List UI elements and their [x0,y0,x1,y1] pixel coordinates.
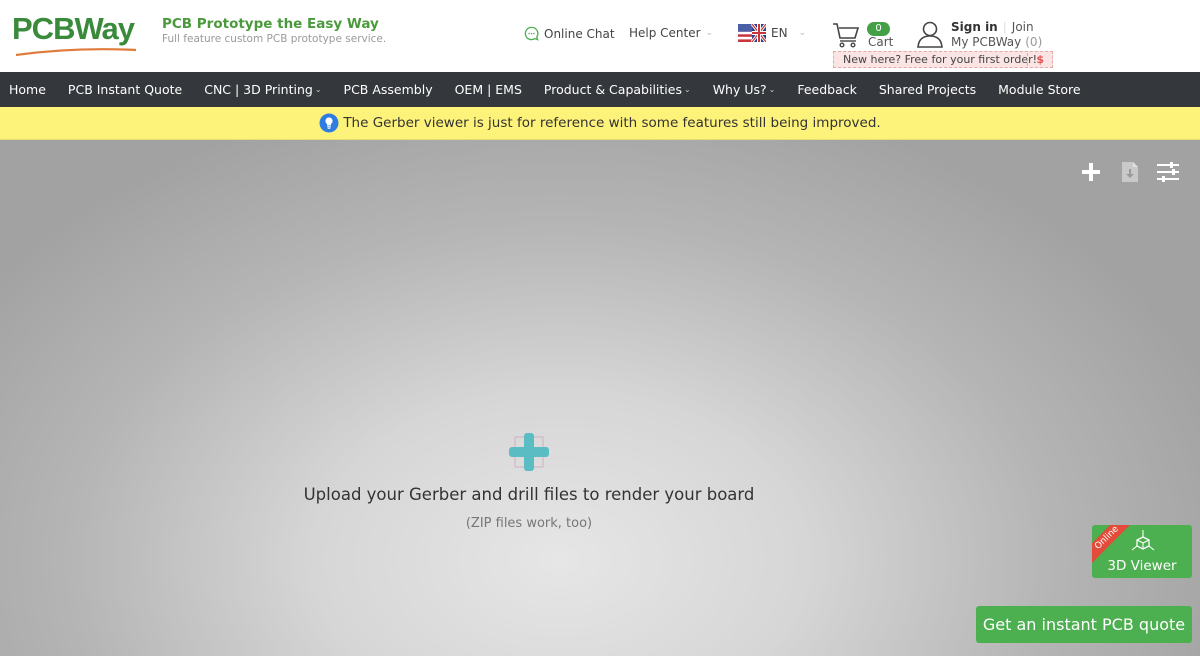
add-icon[interactable] [1079,160,1103,184]
language-selector[interactable]: EN ⌄ [738,24,806,42]
online-chat-label: Online Chat [544,26,615,41]
logo-text: PCBWay [12,11,135,46]
notice-text: The Gerber viewer is just for reference … [343,115,881,131]
upload-instructions: Upload your Gerber and drill files to re… [303,485,755,504]
tagline-subtitle: Full feature custom PCB prototype servic… [162,33,387,45]
nav-item-feedback[interactable]: Feedback [786,72,868,107]
main-navigation: Home PCB Instant Quote CNC | 3D Printing ⌄ P… [0,72,1200,107]
help-center-label: Help Center [629,26,701,40]
tagline-title: PCB Prototype the Easy Way [162,16,379,32]
tagline: PCB Prototype the Easy Way Full feature … [162,16,386,45]
language-label: EN [771,26,788,40]
chevron-down-icon: ⌄ [683,85,691,94]
upload-hint: (ZIP files work, too) [465,516,593,531]
nav-item-label: Why Us? [712,82,767,97]
nav-item-label: Product & Capabilities [543,82,682,97]
3d-cube-icon [1131,530,1155,551]
cart-button[interactable]: 0 Cart [832,20,894,50]
nav-item-label: PCB Instant Quote [67,82,183,97]
nav-item-label: Module Store [998,82,1081,97]
help-center-dropdown[interactable]: Help Center ⌄ [629,26,713,40]
nav-item-label: Shared Projects [878,82,977,97]
3d-viewer-button[interactable]: Online 3D Viewer [1092,525,1192,578]
instant-quote-button[interactable]: Get an instant PCB quote [976,606,1192,643]
chevron-down-icon: ⌄ [705,28,714,38]
nav-item-product-capabilities[interactable]: Product & Capabilities ⌄ [533,72,702,107]
auth-links: Sign in | Join [951,20,1034,34]
settings-sliders-icon[interactable] [1156,160,1180,184]
download-file-icon[interactable] [1118,160,1142,184]
sign-in-link[interactable]: Sign in [951,20,998,34]
nav-item-label: OEM | EMS [454,82,522,97]
user-account-icon[interactable] [916,20,944,48]
nav-item-pcb-instant-quote[interactable]: PCB Instant Quote [57,72,193,107]
new-user-promo-banner[interactable]: New here? Free for your first order! $ [833,51,1053,68]
chevron-down-icon: ⌄ [798,28,807,38]
chevron-down-icon: ⌄ [768,85,776,94]
chat-bubble-icon [524,26,539,41]
nav-item-why-us[interactable]: Why Us? ⌄ [702,72,787,107]
join-link[interactable]: Join [1012,20,1034,34]
notice-banner: The Gerber viewer is just for reference … [0,107,1200,140]
nav-item-label: CNC | 3D Printing [204,82,313,97]
promo-divider [1027,53,1028,66]
us-uk-flag-icon [738,24,766,42]
upload-plus-icon[interactable] [509,433,549,471]
promo-text: New here? Free for your first order! [843,53,1038,66]
dollar-icon: $ [1036,53,1044,66]
cart-count-badge: 0 [867,22,890,36]
gerber-viewer-canvas[interactable]: Upload your Gerber and drill files to re… [0,140,1200,656]
nav-item-label: Home [9,82,46,97]
lightbulb-icon [319,113,339,133]
my-pcbway-label: My PCBWay [951,35,1022,49]
nav-item-label: PCB Assembly [343,82,433,97]
site-header: PCBWay PCB Prototype the Easy Way Full f… [0,0,1200,72]
online-chat-link[interactable]: Online Chat [524,26,615,41]
nav-item-module-store[interactable]: Module Store [987,72,1091,107]
shopping-cart-icon [833,23,860,48]
nav-item-shared-projects[interactable]: Shared Projects [868,72,987,107]
pcbway-logo[interactable]: PCBWay [12,12,140,56]
3d-viewer-label: 3D Viewer [1107,558,1177,574]
my-pcbway-link[interactable]: My PCBWay (0) [951,35,1042,49]
logo-swoosh-icon [15,48,137,56]
nav-item-pcb-assembly[interactable]: PCB Assembly [333,72,444,107]
my-pcbway-count: (0) [1025,35,1043,49]
nav-item-cnc-3d-printing[interactable]: CNC | 3D Printing ⌄ [193,72,332,107]
nav-item-home[interactable]: Home [0,72,57,107]
chevron-down-icon: ⌄ [314,85,322,94]
cart-label: Cart [868,35,894,49]
divider: | [1002,20,1007,34]
nav-item-oem-ems[interactable]: OEM | EMS [444,72,533,107]
nav-item-label: Feedback [797,82,857,97]
